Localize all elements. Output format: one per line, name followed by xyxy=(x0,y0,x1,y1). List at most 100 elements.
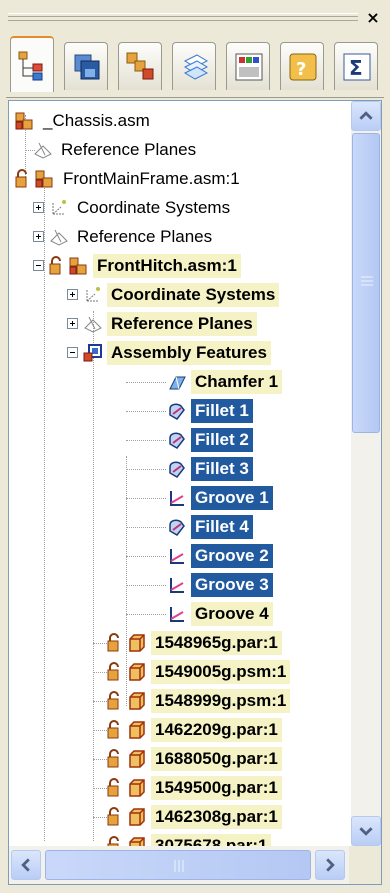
properties-icon: ? xyxy=(289,53,317,81)
scroll-up-button[interactable] xyxy=(351,101,381,131)
panel-titlebar: × xyxy=(0,0,390,30)
fillet-icon xyxy=(167,459,187,479)
tree-item-label: 1688050g.par:1 xyxy=(151,747,282,771)
vertical-scroll-thumb[interactable] xyxy=(352,133,380,433)
tree-item-label: Fillet 3 xyxy=(191,457,253,481)
tree-row[interactable]: _Chassis.asm xyxy=(9,107,349,135)
tree-row[interactable]: 1462308g.par:1 xyxy=(9,803,349,831)
assembly-features-icon xyxy=(83,343,103,363)
lock-icon xyxy=(107,807,127,827)
lock-icon xyxy=(107,662,127,682)
tree-row[interactable]: Groove 4 xyxy=(9,600,349,628)
expand-icon[interactable] xyxy=(33,202,44,213)
reference-planes-icon xyxy=(33,140,53,160)
expand-icon[interactable] xyxy=(67,318,78,329)
tree-item-label: 1462308g.par:1 xyxy=(151,805,282,829)
tree-row[interactable]: 1548965g.par:1 xyxy=(9,629,349,657)
horizontal-scroll-thumb[interactable] xyxy=(45,850,311,880)
tree-item-label: Reference Planes xyxy=(77,227,213,246)
tree-item-label: 1462209g.par:1 xyxy=(151,718,282,742)
vertical-scrollbar[interactable] xyxy=(351,101,381,846)
tab-strip: ? Σ xyxy=(0,34,390,98)
tree-item-label: Groove 4 xyxy=(191,602,273,626)
scroll-right-button[interactable] xyxy=(315,850,345,880)
tree-item-label: Groove 2 xyxy=(191,544,273,568)
tree-row[interactable]: FrontHitch.asm:1 xyxy=(9,252,349,280)
tree-item-label: 1548999g.psm:1 xyxy=(151,689,291,713)
tree-item-label: Fillet 4 xyxy=(191,515,253,539)
tab-divider xyxy=(6,97,384,98)
part-icon xyxy=(127,633,147,653)
fillet-icon xyxy=(167,401,187,421)
grip-lines-icon xyxy=(174,860,184,872)
tree-item-label: Reference Planes xyxy=(61,140,197,159)
tree-row[interactable]: Fillet 4 xyxy=(9,513,349,541)
tab-parts-library[interactable] xyxy=(118,42,162,90)
tree-row[interactable]: Groove 3 xyxy=(9,571,349,599)
tree-row[interactable]: Coordinate Systems xyxy=(9,281,349,309)
tab-layers-stack[interactable] xyxy=(64,42,108,90)
pathfinder-icon xyxy=(18,51,43,81)
assembly-icon xyxy=(69,256,89,276)
tree-row[interactable]: Fillet 3 xyxy=(9,455,349,483)
tab-sum[interactable]: Σ xyxy=(334,42,378,90)
tree-row[interactable]: Reference Planes xyxy=(9,310,349,338)
lock-icon xyxy=(107,633,127,653)
tree-row[interactable]: 3075678.par:1 xyxy=(9,832,349,846)
tree-item-label: 1549005g.psm:1 xyxy=(151,660,291,684)
part-icon xyxy=(127,778,147,798)
horizontal-scrollbar[interactable] xyxy=(9,846,349,884)
assembly-icon xyxy=(35,169,55,189)
sum-icon: Σ xyxy=(343,53,371,81)
tab-color-palette[interactable] xyxy=(226,42,270,90)
pathfinder-panel: _Chassis.asm Reference Planes FrontMainFra… xyxy=(8,100,382,885)
scroll-down-button[interactable] xyxy=(351,816,381,846)
tree-row[interactable]: 1688050g.par:1 xyxy=(9,745,349,773)
part-icon xyxy=(127,720,147,740)
tree-row[interactable]: Groove 2 xyxy=(9,542,349,570)
lock-icon xyxy=(15,169,35,189)
tree-row[interactable]: Reference Planes xyxy=(9,223,349,251)
collapse-icon[interactable] xyxy=(67,347,78,358)
grip-lines-icon xyxy=(361,276,373,286)
tab-pathfinder[interactable] xyxy=(10,36,54,92)
tree-row[interactable]: FrontMainFrame.asm:1 xyxy=(9,165,349,193)
tree-row[interactable]: 1548999g.psm:1 xyxy=(9,687,349,715)
lock-icon xyxy=(107,836,127,846)
scroll-left-button[interactable] xyxy=(11,850,41,880)
tree-row[interactable]: Fillet 2 xyxy=(9,426,349,454)
tree-item-label: Reference Planes xyxy=(107,312,257,336)
tree-row[interactable]: Groove 1 xyxy=(9,484,349,512)
lock-icon xyxy=(107,720,127,740)
lock-icon xyxy=(107,691,127,711)
sheets-icon xyxy=(183,54,209,80)
tree-row[interactable]: 1549005g.psm:1 xyxy=(9,658,349,686)
tab-properties[interactable]: ? xyxy=(280,42,324,90)
chevron-down-icon xyxy=(359,827,373,836)
close-button[interactable]: × xyxy=(364,9,382,27)
tree-row[interactable]: Fillet 1 xyxy=(9,397,349,425)
collapse-icon[interactable] xyxy=(33,260,44,271)
expand-icon[interactable] xyxy=(33,231,44,242)
fillet-icon xyxy=(167,517,187,537)
svg-text:Σ: Σ xyxy=(349,56,363,80)
tree-item-label: FrontMainFrame.asm:1 xyxy=(63,169,240,188)
tree-item-label: FrontHitch.asm:1 xyxy=(93,254,241,278)
tab-sheets[interactable] xyxy=(172,42,216,90)
chevron-right-icon xyxy=(326,858,335,872)
part-icon xyxy=(127,662,147,682)
part-icon xyxy=(127,807,147,827)
tree-item-label: Fillet 2 xyxy=(191,428,253,452)
chevron-left-icon xyxy=(21,858,30,872)
tree-row[interactable]: Assembly Features xyxy=(9,339,349,367)
tree-row[interactable]: Coordinate Systems xyxy=(9,194,349,222)
tree-row[interactable]: Reference Planes xyxy=(9,136,349,164)
tree-row[interactable]: 1549500g.par:1 xyxy=(9,774,349,802)
reference-planes-icon xyxy=(49,227,69,247)
expand-icon[interactable] xyxy=(67,289,78,300)
drag-grip[interactable] xyxy=(8,13,358,21)
tree-row[interactable]: Chamfer 1 xyxy=(9,368,349,396)
tree-row[interactable]: 1462209g.par:1 xyxy=(9,716,349,744)
part-icon xyxy=(127,749,147,769)
lock-icon xyxy=(107,749,127,769)
